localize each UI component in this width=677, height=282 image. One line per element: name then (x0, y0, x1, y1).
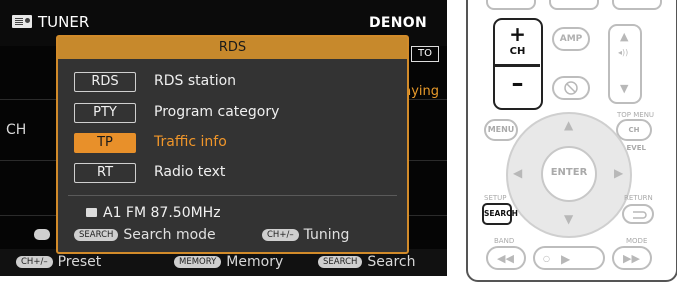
search-button[interactable]: SEARCH (482, 203, 518, 225)
search-key-pill: SEARCH (74, 229, 119, 241)
menu-button[interactable]: MENU (484, 119, 518, 141)
prev-key-icon (34, 229, 50, 240)
fast-forward-button[interactable]: ▶▶ (612, 246, 652, 270)
memory-hint: MEMORY Memory (174, 254, 283, 270)
station-readout: A1 FM 87.50MHz (86, 205, 221, 221)
play-button[interactable]: ○ ▶ (533, 246, 605, 270)
menu-label: Program category (154, 104, 280, 120)
amp-button[interactable]: AMP (552, 27, 590, 51)
bg-auto-indicator: TO (411, 46, 439, 62)
enter-button[interactable]: ENTER (541, 146, 597, 202)
dot-icon: ○ (543, 254, 550, 263)
ch-button[interactable]: + CH – (493, 18, 543, 110)
mute-icon (564, 81, 578, 95)
setup-label: SETUP (484, 194, 507, 202)
search-hint-label: Search (367, 254, 416, 270)
top-menu-label: TOP MENU (617, 111, 655, 119)
rewind-button[interactable]: ◀◀ (486, 246, 526, 270)
app-title: TUNER (38, 13, 90, 31)
mode-label: MODE (626, 237, 648, 245)
preset-hint-label: Preset (57, 254, 102, 270)
menu-tag: PTY (74, 103, 136, 123)
popup-divider (68, 195, 397, 196)
dpad-right-icon[interactable]: ▶ (614, 166, 623, 180)
search-key-pill: SEARCH (318, 256, 363, 268)
ch-level-button[interactable]: CH LEVEL (616, 119, 652, 152)
dpad-left-icon[interactable]: ◀ (513, 166, 522, 180)
bg-ch-text: CH (6, 122, 27, 138)
ch-key-pill: CH+/– (262, 229, 299, 241)
popup-title: RDS (58, 37, 407, 59)
mute-button[interactable] (552, 76, 590, 100)
speaker-icon: ◂)) (618, 48, 629, 57)
return-button[interactable] (622, 204, 654, 224)
tuning-label: Tuning (303, 227, 350, 243)
station-text: A1 FM 87.50MHz (103, 205, 221, 221)
search-hint: SEARCH Search (318, 254, 416, 270)
menu-label: Traffic info (154, 134, 227, 150)
ch-label: CH (509, 46, 526, 57)
dpad-down-icon[interactable]: ▼ (564, 212, 573, 226)
return-icon (633, 211, 647, 219)
menu-tag: TP (74, 133, 136, 153)
menu-tag: RDS (74, 72, 136, 92)
remote-top-button[interactable] (486, 0, 536, 10)
search-mode-hint: SEARCH Search mode (74, 227, 216, 243)
menu-label: RDS station (154, 73, 237, 89)
brand-logo: DENON (368, 15, 427, 31)
remote-top-button[interactable] (549, 0, 599, 10)
tuning-hint: CH+/– Tuning (262, 227, 349, 243)
memory-key-pill: MEMORY (174, 256, 222, 268)
tv-screen: TUNER DENON TO aying CH CH+/– Preset MEMO… (0, 0, 447, 276)
fast-forward-icon: ▶▶ (623, 252, 640, 265)
play-icon: ▶ (561, 252, 571, 266)
preset-hint: CH+/– Preset (16, 254, 101, 270)
search-mode-label: Search mode (123, 227, 216, 243)
return-label: RETURN (624, 194, 653, 202)
memory-hint-label: Memory (226, 254, 284, 270)
band-label: BAND (494, 237, 515, 245)
rds-popup: RDS RDS RDS station PTY Program category… (56, 35, 409, 254)
menu-label: Radio text (154, 164, 226, 180)
remote-top-button[interactable] (612, 0, 662, 10)
rewind-icon: ◀◀ (497, 252, 514, 265)
volume-up-icon: ▲ (620, 30, 629, 43)
ch-key-pill: CH+/– (16, 256, 53, 268)
volume-button[interactable]: ▲ ◂)) ▼ (608, 24, 642, 104)
ch-divider (495, 64, 540, 67)
ch-up-label: + (509, 22, 526, 46)
tuner-icon (12, 15, 32, 28)
menu-tag: RT (74, 163, 136, 183)
dpad-up-icon[interactable]: ▲ (564, 118, 573, 132)
ch-down-label: – (511, 69, 524, 97)
tuner-icon (86, 208, 97, 217)
volume-down-icon: ▼ (620, 82, 629, 95)
